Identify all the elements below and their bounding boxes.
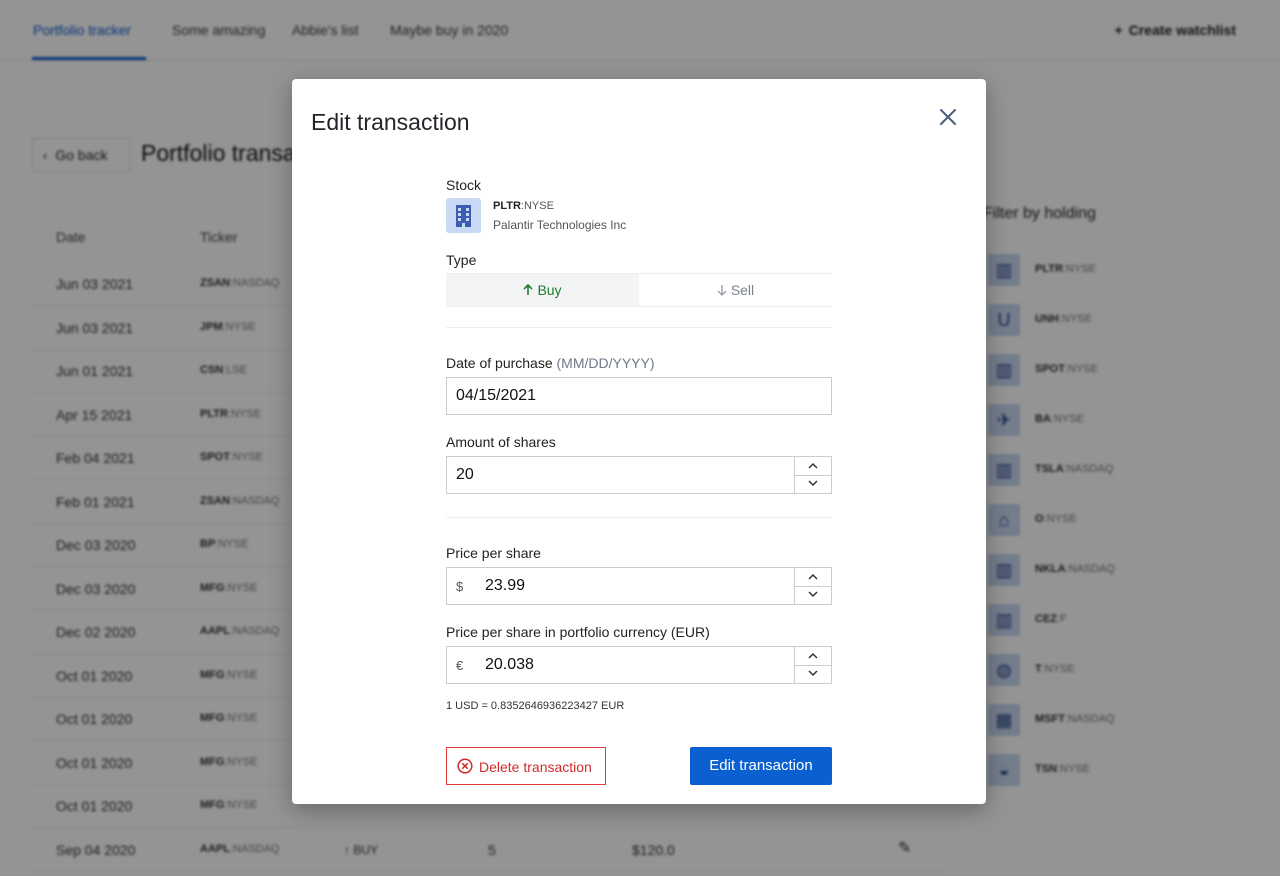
amount-increment[interactable] [795, 457, 831, 476]
cancel-circle-icon [457, 758, 473, 774]
sell-label: Sell [730, 282, 755, 298]
exchange-rate-note: 1 USD = 0.8352646936223427 EUR [446, 700, 625, 712]
type-toggle: Buy Sell [446, 273, 832, 307]
divider [446, 517, 832, 518]
type-label: Type [446, 252, 477, 268]
amount-stepper [794, 457, 831, 493]
stock-exchange: :NYSE [520, 200, 554, 212]
stock-label: Stock [446, 177, 482, 193]
buy-label: Buy [537, 282, 562, 298]
chevron-up-icon [808, 462, 818, 469]
price-eur-label: Price per share in portfolio currency (E… [446, 624, 710, 640]
chevron-down-icon [808, 670, 818, 677]
edit-transaction-dialog: Edit transaction Stock PLTR:NYSE Palanti… [292, 79, 986, 804]
amount-value: 20 [456, 466, 474, 483]
stock-symbol: PLTR:NYSE [493, 200, 554, 212]
chevron-down-icon [808, 480, 818, 487]
buy-option[interactable]: Buy [446, 274, 639, 306]
stock-ticker: PLTR [493, 200, 521, 212]
price-stepper [794, 568, 831, 604]
price-eur-increment[interactable] [795, 647, 831, 666]
date-format-hint: (MM/DD/YYYY) [556, 355, 655, 371]
close-button[interactable] [936, 105, 960, 129]
price-value: 23.99 [485, 577, 526, 594]
dollar-prefix: $ [456, 579, 464, 594]
price-label: Price per share [446, 545, 541, 561]
price-eur-stepper [794, 647, 831, 683]
price-eur-input[interactable]: € 20.038 [446, 646, 832, 684]
close-icon [940, 109, 956, 125]
amount-label: Amount of shares [446, 434, 556, 450]
arrow-up-icon [523, 283, 534, 295]
chevron-up-icon [808, 652, 818, 659]
date-label: Date of purchase (MM/DD/YYYY) [446, 355, 655, 371]
chevron-down-icon [808, 591, 818, 598]
edit-transaction-button[interactable]: Edit transaction [690, 747, 832, 785]
price-eur-decrement[interactable] [795, 665, 831, 683]
dialog-title: Edit transaction [311, 109, 470, 135]
delete-transaction-button[interactable]: Delete transaction [446, 747, 606, 785]
date-value: 04/15/2021 [456, 387, 537, 404]
delete-label: Delete transaction [479, 759, 592, 775]
arrow-down-icon [717, 285, 727, 296]
price-eur-value: 20.038 [485, 656, 534, 673]
price-decrement[interactable] [795, 586, 831, 604]
chevron-up-icon [808, 573, 818, 580]
date-input[interactable]: 04/15/2021 [446, 377, 832, 415]
euro-prefix: € [456, 658, 464, 673]
amount-decrement[interactable] [795, 475, 831, 493]
price-increment[interactable] [795, 568, 831, 587]
price-input[interactable]: $ 23.99 [446, 567, 832, 605]
date-label-text: Date of purchase [446, 355, 553, 371]
stock-name: Palantir Technologies Inc [493, 218, 627, 232]
building-icon [446, 198, 481, 233]
divider [446, 327, 832, 328]
amount-input[interactable]: 20 [446, 456, 832, 494]
sell-option[interactable]: Sell [639, 274, 832, 306]
